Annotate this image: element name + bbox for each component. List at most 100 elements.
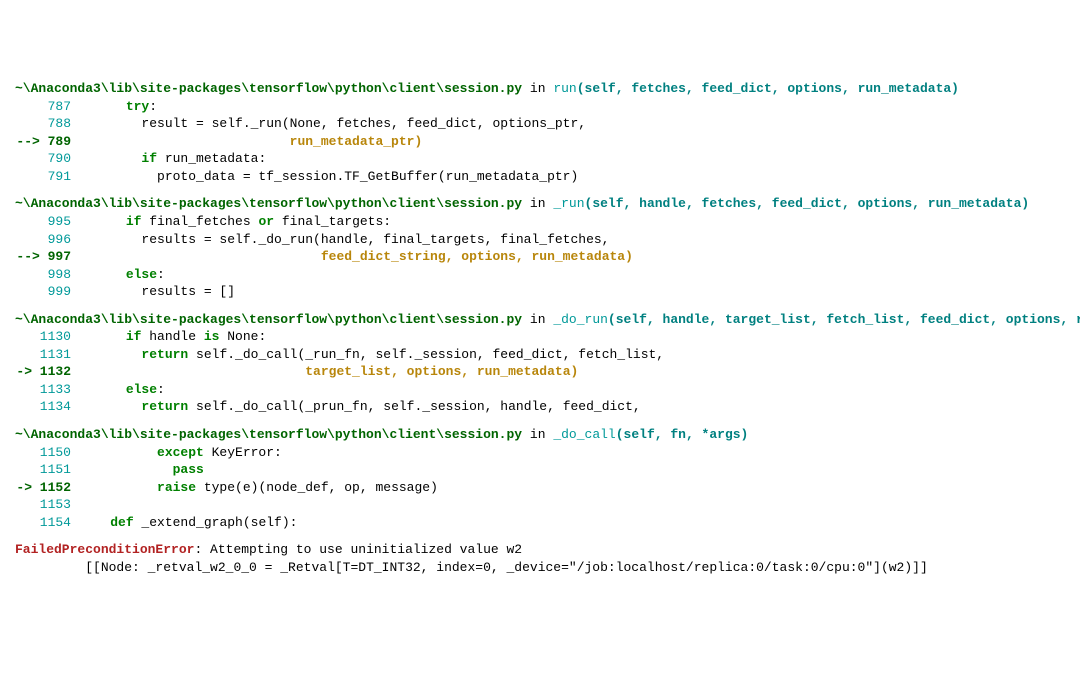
code-token	[79, 364, 305, 379]
stack-frame: ~\Anaconda3\lib\site-packages\tensorflow…	[15, 426, 1065, 531]
code-token: None:	[219, 329, 266, 344]
code-token: is	[204, 329, 220, 344]
error-detail: [[Node: _retval_w2_0_0 = _Retval[T=DT_IN…	[15, 559, 1065, 577]
code-token	[79, 515, 110, 530]
traceback-output: ~\Anaconda3\lib\site-packages\tensorflow…	[15, 80, 1065, 576]
code-line: 1131 return self._do_call(_run_fn, self.…	[15, 346, 1065, 364]
code-token: self._do_call(_prun_fn, self._session, h…	[188, 399, 640, 414]
line-number: 1150	[15, 444, 71, 462]
function-name: _run	[553, 196, 584, 211]
code-token	[79, 480, 157, 495]
code-token: else	[126, 382, 157, 397]
line-number: 791	[15, 168, 71, 186]
code-token: proto_data = tf_session.TF_GetBuffer(run…	[79, 169, 578, 184]
code-token: try	[126, 99, 149, 114]
frame-header: ~\Anaconda3\lib\site-packages\tensorflow…	[15, 80, 1065, 98]
code-token: return	[141, 347, 188, 362]
line-number: 1130	[15, 328, 71, 346]
code-token: results = self._do_run(handle, final_tar…	[79, 232, 610, 247]
stack-frame: ~\Anaconda3\lib\site-packages\tensorflow…	[15, 195, 1065, 300]
code-token: type(e)(node_def, op, message)	[196, 480, 438, 495]
code-token: or	[258, 214, 274, 229]
file-path: ~\Anaconda3\lib\site-packages\tensorflow…	[15, 427, 522, 442]
code-token: KeyError:	[204, 445, 282, 460]
code-token: raise	[157, 480, 196, 495]
code-token: pass	[173, 462, 204, 477]
code-token	[79, 462, 173, 477]
line-number: 1134	[15, 398, 71, 416]
code-line: 1150 except KeyError:	[15, 444, 1065, 462]
function-args: (self, handle, fetches, feed_dict, optio…	[585, 196, 1030, 211]
code-token: if	[126, 329, 142, 344]
in-word: in	[522, 196, 553, 211]
code-token: target_list, options, run_metadata)	[305, 364, 578, 379]
code-token: :	[157, 382, 165, 397]
line-number: 1154	[15, 514, 71, 532]
code-token	[79, 214, 126, 229]
code-token	[79, 134, 290, 149]
code-token: :	[149, 99, 157, 114]
line-number: 787	[15, 98, 71, 116]
frame-header: ~\Anaconda3\lib\site-packages\tensorflow…	[15, 426, 1065, 444]
code-line: 791 proto_data = tf_session.TF_GetBuffer…	[15, 168, 1065, 186]
code-token: except	[157, 445, 204, 460]
code-line: 995 if final_fetches or final_targets:	[15, 213, 1065, 231]
file-path: ~\Anaconda3\lib\site-packages\tensorflow…	[15, 81, 522, 96]
code-line: --> 789 run_metadata_ptr)	[15, 133, 1065, 151]
line-number-current: -> 1132	[15, 363, 71, 381]
line-number: 996	[15, 231, 71, 249]
code-token: results = []	[79, 284, 235, 299]
line-number: 788	[15, 115, 71, 133]
code-line: -> 1152 raise type(e)(node_def, op, mess…	[15, 479, 1065, 497]
code-token: _extend_graph(self):	[134, 515, 298, 530]
function-args: (self, fetches, feed_dict, options, run_…	[577, 81, 959, 96]
code-line: 1151 pass	[15, 461, 1065, 479]
code-line: 998 else:	[15, 266, 1065, 284]
line-number: 790	[15, 150, 71, 168]
line-number: 1131	[15, 346, 71, 364]
function-name: _do_call	[553, 427, 615, 442]
code-token: final_targets:	[274, 214, 391, 229]
frame-header: ~\Anaconda3\lib\site-packages\tensorflow…	[15, 311, 1065, 329]
code-line: 1133 else:	[15, 381, 1065, 399]
code-token	[79, 399, 141, 414]
file-path: ~\Anaconda3\lib\site-packages\tensorflow…	[15, 196, 522, 211]
code-token	[79, 329, 126, 344]
code-token: :	[157, 267, 165, 282]
code-token: run_metadata_ptr)	[290, 134, 423, 149]
in-word: in	[522, 81, 553, 96]
code-token	[79, 347, 141, 362]
code-line: 1134 return self._do_call(_prun_fn, self…	[15, 398, 1065, 416]
code-token	[79, 445, 157, 460]
line-number-current: --> 997	[15, 248, 71, 266]
line-number: 1153	[15, 496, 71, 514]
code-line: 787 try:	[15, 98, 1065, 116]
frame-header: ~\Anaconda3\lib\site-packages\tensorflow…	[15, 195, 1065, 213]
line-number: 1151	[15, 461, 71, 479]
function-name: run	[553, 81, 576, 96]
code-token	[79, 99, 126, 114]
function-args: (self, handle, target_list, fetch_list, …	[608, 312, 1080, 327]
code-line: 1153	[15, 496, 1065, 514]
code-token: return	[141, 399, 188, 414]
error-block: FailedPreconditionError: Attempting to u…	[15, 541, 1065, 576]
code-line: --> 997 feed_dict_string, options, run_m…	[15, 248, 1065, 266]
in-word: in	[522, 312, 553, 327]
code-token: run_metadata:	[157, 151, 266, 166]
code-token: if	[126, 214, 142, 229]
code-token: self._do_call(_run_fn, self._session, fe…	[188, 347, 664, 362]
code-token: handle	[141, 329, 203, 344]
code-token	[79, 382, 126, 397]
code-token: result = self._run(None, fetches, feed_d…	[79, 116, 586, 131]
error-message: : Attempting to use uninitialized value …	[194, 542, 522, 557]
code-line: -> 1132 target_list, options, run_metada…	[15, 363, 1065, 381]
code-token	[79, 267, 126, 282]
function-name: _do_run	[553, 312, 608, 327]
code-token: else	[126, 267, 157, 282]
code-line: 788 result = self._run(None, fetches, fe…	[15, 115, 1065, 133]
line-number-current: --> 789	[15, 133, 71, 151]
code-token	[79, 249, 321, 264]
stack-frame: ~\Anaconda3\lib\site-packages\tensorflow…	[15, 311, 1065, 416]
code-line: 790 if run_metadata:	[15, 150, 1065, 168]
line-number: 999	[15, 283, 71, 301]
